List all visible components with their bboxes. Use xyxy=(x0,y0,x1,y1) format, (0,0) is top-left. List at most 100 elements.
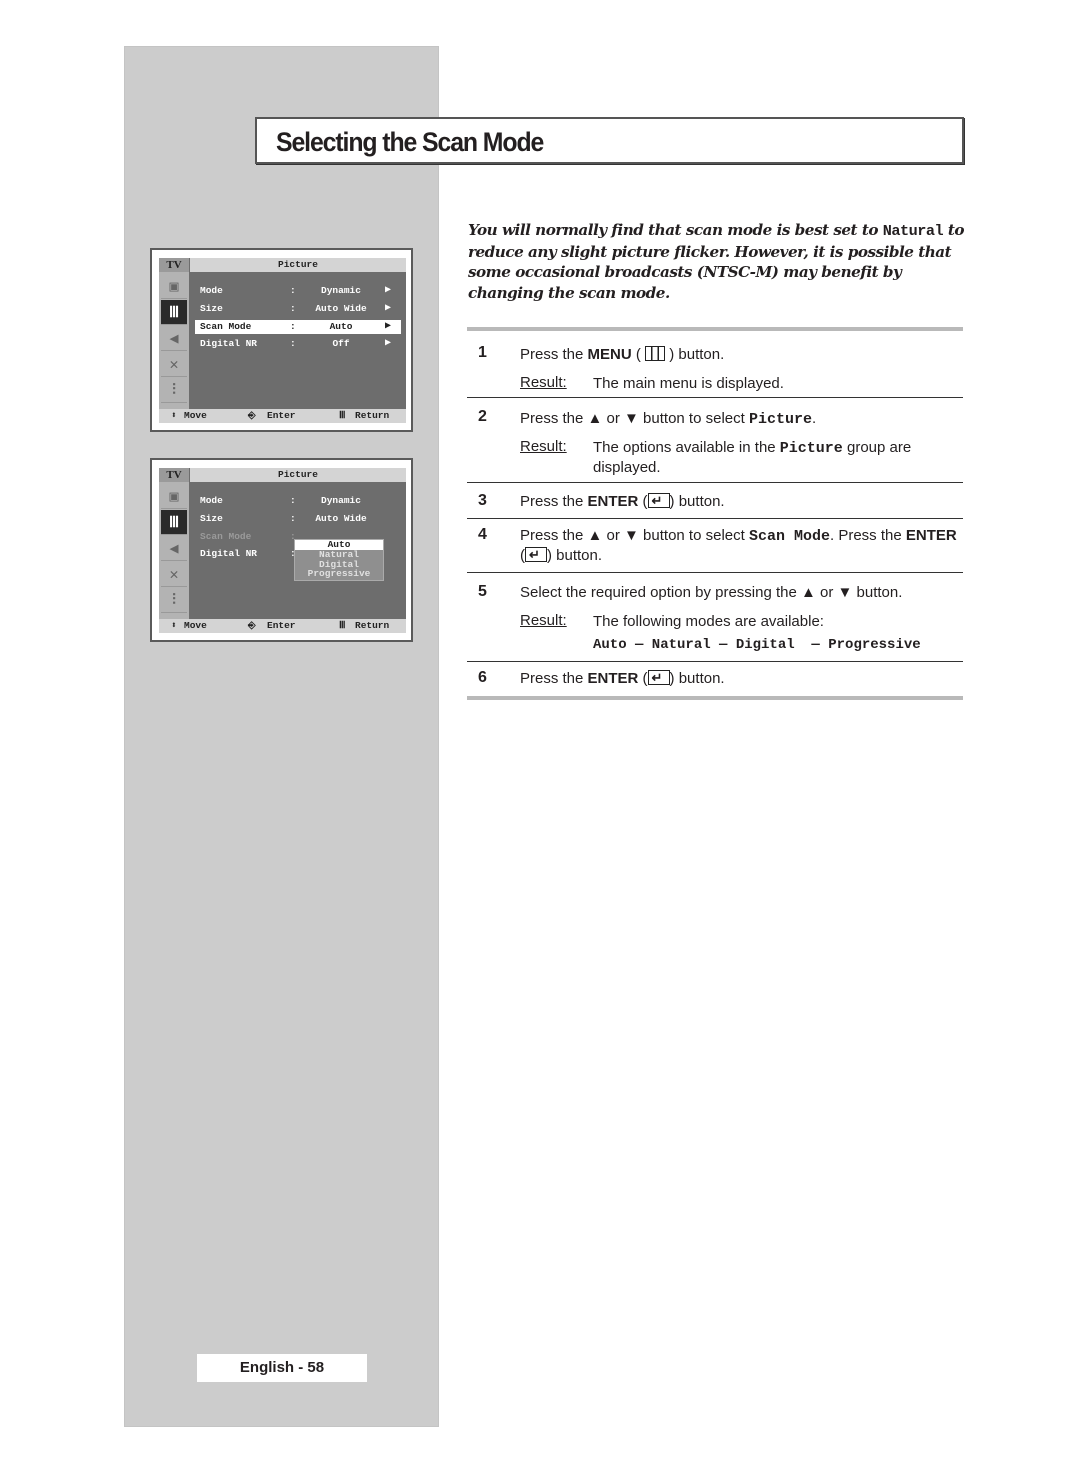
row-value: Auto Wide xyxy=(315,303,367,314)
result-text: The options available in the Picture gro… xyxy=(593,439,912,476)
enter-key-icon xyxy=(525,545,547,564)
modes-list: Auto — Natural — Digital — Progressive xyxy=(593,637,921,653)
osd-row-mode[interactable]: Mode : Dynamic xyxy=(195,494,401,508)
step-text: Press the ENTER () button. xyxy=(520,668,960,688)
osd-sidebar: ▣ Ⅲ ◀ ✕ ⫶ xyxy=(159,272,189,409)
result-label: Result: xyxy=(520,612,567,629)
osd-tab-tv: TV xyxy=(159,468,189,482)
row-label: Digital NR xyxy=(200,338,258,349)
setup-icon: ▣ xyxy=(161,484,187,509)
osd-footer: ⬍ Move ⎆ Enter Ⅲ Return xyxy=(159,619,406,633)
page-number: English - 58 xyxy=(197,1354,367,1382)
osd-row-size[interactable]: Size : Auto Wide ▶ xyxy=(195,302,401,316)
row-value: Auto xyxy=(329,321,353,332)
step-number: 3 xyxy=(478,492,487,509)
row-colon: : xyxy=(290,303,296,314)
intro-paragraph: You will normally find that scan mode is… xyxy=(468,220,968,303)
step-text: Select the required option by pressing t… xyxy=(520,584,903,601)
osd-title: Picture xyxy=(190,468,406,482)
title-box: Selecting the Scan Mode xyxy=(255,117,964,164)
function-sliders-icon: ⫶ xyxy=(161,378,187,403)
step-3: 3 Press the ENTER () button. xyxy=(467,483,963,518)
arrow-right-icon: ▶ xyxy=(385,321,392,332)
row-colon: : xyxy=(290,495,296,506)
row-label: Digital NR xyxy=(200,548,258,559)
footer-return: Return xyxy=(355,620,390,631)
intro-code: Natural xyxy=(882,222,944,240)
step-2: 2 Press the ▲ or ▼ button to select Pict… xyxy=(467,398,963,482)
step-4: 4 Press the ▲ or ▼ button to select Scan… xyxy=(467,519,963,572)
row-value: Dynamic xyxy=(321,495,361,506)
row-label: Scan Mode xyxy=(200,321,252,332)
sound-icon: ◀ xyxy=(161,326,187,351)
footer-move: Move xyxy=(184,410,207,421)
picture-icon: Ⅲ xyxy=(161,510,187,535)
picture-icon: Ⅲ xyxy=(161,300,187,325)
menu-key-icon xyxy=(645,346,666,361)
osd-menu: TV Picture ▣ Ⅲ ◀ ✕ ⫶ Mode : Dynamic ▶ Si… xyxy=(159,258,406,423)
osd-screen-2: TV Picture ▣ Ⅲ ◀ ✕ ⫶ Mode : Dynamic Size… xyxy=(150,458,413,642)
step-text: Press the MENU ( ) button. xyxy=(520,346,725,363)
step-number: 5 xyxy=(478,583,487,600)
enter-icon: ⎆ xyxy=(248,620,256,631)
result-text: The following modes are available: xyxy=(593,613,824,630)
osd-footer: ⬍ Move ⎆ Enter Ⅲ Return xyxy=(159,409,406,423)
enter-icon: ⎆ xyxy=(248,410,256,421)
row-value: Off xyxy=(332,338,350,349)
arrow-right-icon: ▶ xyxy=(385,285,392,296)
osd-row-scan-mode[interactable]: Scan Mode : Auto ▶ xyxy=(195,320,401,334)
osd-sidebar: ▣ Ⅲ ◀ ✕ ⫶ xyxy=(159,482,189,619)
sound-icon: ◀ xyxy=(161,536,187,561)
step-number: 2 xyxy=(478,408,487,425)
result-label: Result: xyxy=(520,438,567,455)
row-label: Mode xyxy=(200,495,223,506)
osd-title: Picture xyxy=(190,258,406,272)
step-number: 4 xyxy=(478,526,487,543)
footer-enter: Enter xyxy=(267,410,296,421)
setup-icon: ▣ xyxy=(161,274,187,299)
dropdown-option-progressive[interactable]: Progressive xyxy=(295,569,383,579)
row-label: Size xyxy=(200,303,223,314)
osd-screen-1: TV Picture ▣ Ⅲ ◀ ✕ ⫶ Mode : Dynamic ▶ Si… xyxy=(150,248,413,432)
osd-row-size[interactable]: Size : Auto Wide xyxy=(195,512,401,526)
move-icon: ⬍ xyxy=(171,410,177,421)
row-value: Dynamic xyxy=(321,285,361,296)
divider xyxy=(467,696,963,700)
arrow-right-icon: ▶ xyxy=(385,303,392,314)
row-colon: : xyxy=(290,513,296,524)
row-colon: : xyxy=(290,285,296,296)
intro-text: You will normally find that scan mode is… xyxy=(468,221,883,239)
osd-row-digital-nr[interactable]: Digital NR : Off ▶ xyxy=(195,337,401,351)
scan-mode-dropdown[interactable]: Auto Natural Digital Progressive xyxy=(294,539,384,581)
step-number: 6 xyxy=(478,669,487,686)
arrow-right-icon: ▶ xyxy=(385,338,392,349)
channel-antenna-icon: ✕ xyxy=(161,562,187,587)
step-text: Press the ▲ or ▼ button to select Pictur… xyxy=(520,410,817,428)
row-label: Size xyxy=(200,513,223,524)
step-5: 5 Select the required option by pressing… xyxy=(467,573,963,661)
result-text: The main menu is displayed. xyxy=(593,375,784,392)
row-colon: : xyxy=(290,321,296,332)
row-label: Mode xyxy=(200,285,223,296)
osd-tab-tv: TV xyxy=(159,258,189,272)
footer-enter: Enter xyxy=(267,620,296,631)
footer-move: Move xyxy=(184,620,207,631)
osd-row-mode[interactable]: Mode : Dynamic ▶ xyxy=(195,284,401,298)
step-text: Press the ENTER () button. xyxy=(520,491,960,511)
move-icon: ⬍ xyxy=(171,620,177,631)
page-title: Selecting the Scan Mode xyxy=(276,127,544,157)
menu-icon: Ⅲ xyxy=(339,620,346,631)
row-value: Auto Wide xyxy=(315,513,367,524)
function-sliders-icon: ⫶ xyxy=(161,588,187,613)
step-number: 1 xyxy=(478,344,487,361)
steps-list: 1 Press the MENU ( ) button. Result: The… xyxy=(467,327,963,700)
step-1: 1 Press the MENU ( ) button. Result: The… xyxy=(467,331,963,397)
result-label: Result: xyxy=(520,374,567,391)
row-label: Scan Mode xyxy=(200,531,252,542)
enter-key-icon xyxy=(647,668,670,687)
osd-menu: TV Picture ▣ Ⅲ ◀ ✕ ⫶ Mode : Dynamic Size… xyxy=(159,468,406,633)
enter-key-icon xyxy=(647,491,670,510)
step-6: 6 Press the ENTER () button. xyxy=(467,662,963,696)
step-text: Press the ▲ or ▼ button to select Scan M… xyxy=(520,526,960,565)
channel-antenna-icon: ✕ xyxy=(161,352,187,377)
